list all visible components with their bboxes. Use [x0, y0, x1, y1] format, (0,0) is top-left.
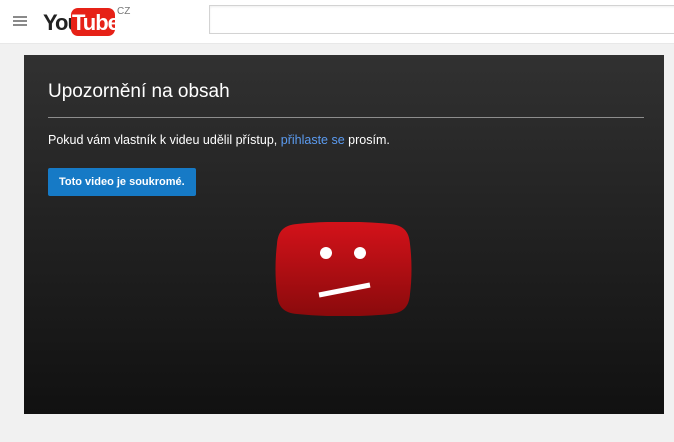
login-link[interactable]: přihlaste se: [281, 133, 345, 147]
sad-face-play-icon: [275, 222, 412, 316]
country-code: CZ: [117, 6, 131, 17]
title-divider: [48, 117, 644, 118]
video-player: Upozornění na obsah Pokud vám vlastník k…: [24, 55, 664, 414]
content-warning-title: Upozornění na obsah: [48, 81, 230, 102]
logo-tube-text: Tube: [72, 10, 120, 35]
search-input[interactable]: [209, 5, 674, 34]
youtube-logo[interactable]: You Tube CZ: [43, 5, 133, 39]
message-suffix: prosím.: [344, 133, 390, 147]
message-prefix: Pokud vám vlastník k videu udělil přístu…: [48, 133, 281, 147]
hamburger-menu-icon[interactable]: [11, 12, 29, 30]
access-message: Pokud vám vlastník k videu udělil přístu…: [48, 133, 390, 147]
masthead: You Tube CZ: [0, 0, 674, 44]
private-video-button[interactable]: Toto video je soukromé.: [48, 168, 196, 196]
